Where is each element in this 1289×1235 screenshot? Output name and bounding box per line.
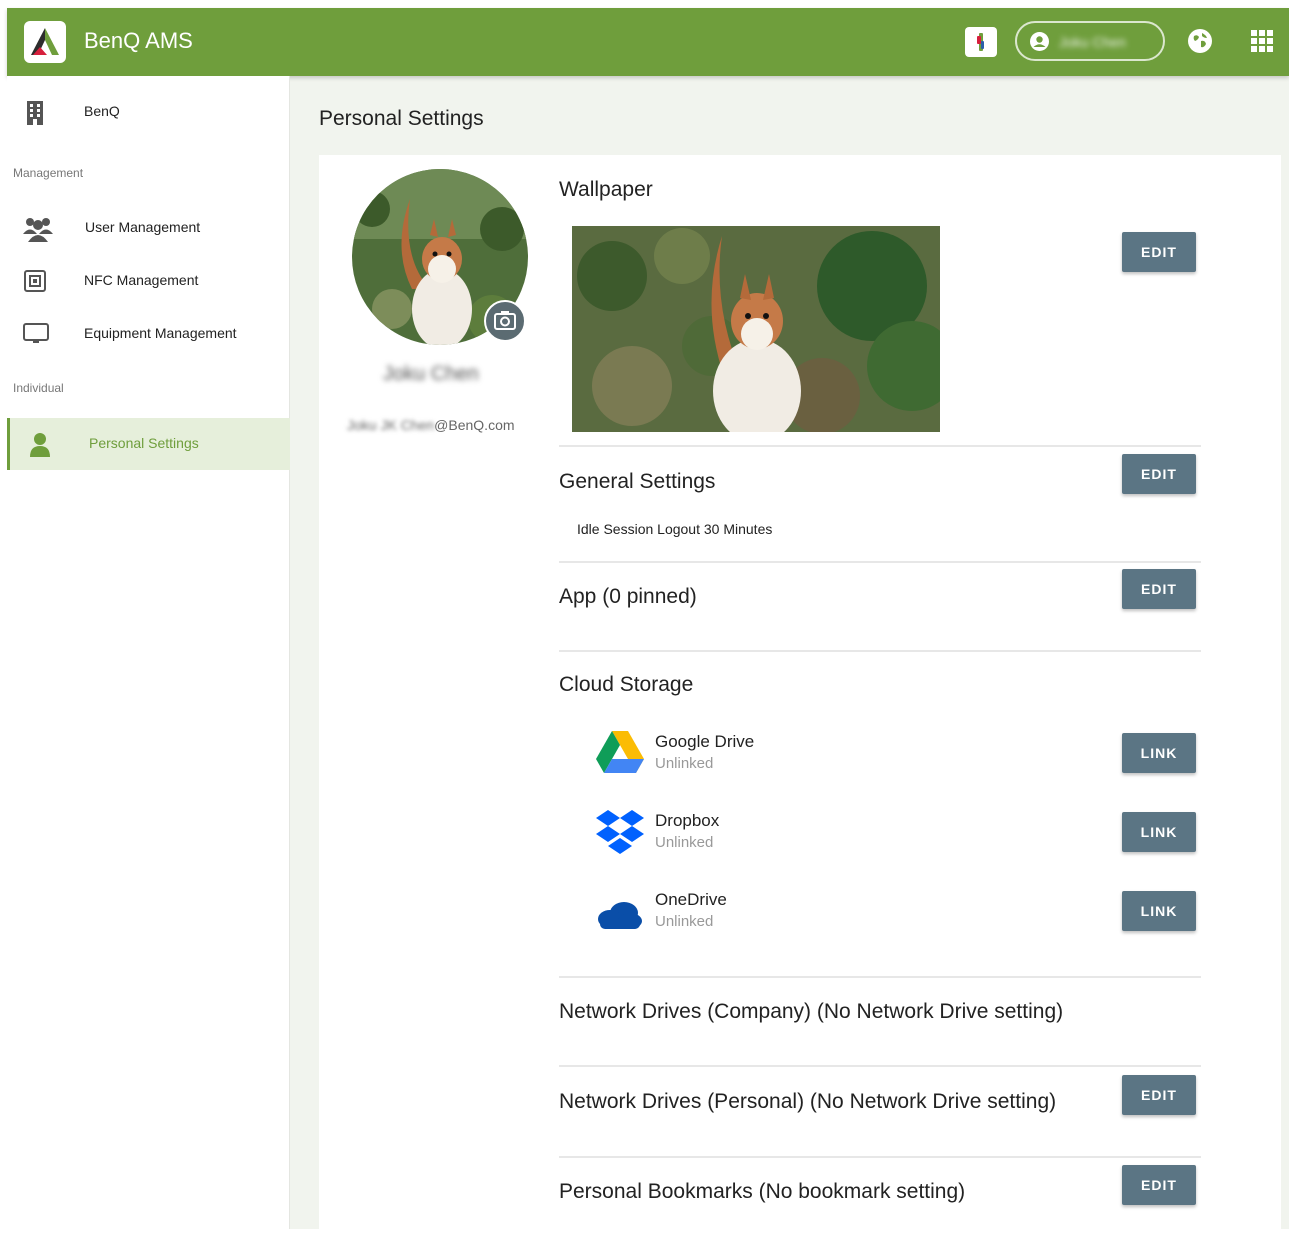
profile-name: Joku Chen bbox=[383, 363, 479, 385]
apps-grid-icon[interactable] bbox=[1251, 30, 1273, 52]
personal-bookmarks-title: Personal Bookmarks (No bookmark setting) bbox=[559, 1180, 966, 1203]
divider bbox=[559, 561, 1201, 563]
onedrive-name: OneDrive bbox=[655, 890, 727, 909]
google-drive-icon bbox=[594, 729, 646, 775]
app-window: BenQ AMS Joku Chen BenQ Management User … bbox=[7, 8, 1289, 1235]
divider bbox=[559, 445, 1201, 447]
page-title: Personal Settings bbox=[319, 107, 484, 130]
sidebar-item-label: Personal Settings bbox=[89, 435, 199, 451]
wallpaper-preview bbox=[572, 226, 940, 432]
network-drives-company-title: Network Drives (Company) (No Network Dri… bbox=[559, 1000, 1064, 1023]
wallpaper-edit-button[interactable]: EDIT bbox=[1122, 232, 1196, 272]
network-drives-personal-edit-button[interactable]: EDIT bbox=[1122, 1075, 1196, 1115]
settings-card: Joku Chen Joku JK Chen@BenQ.com Wallpape… bbox=[319, 155, 1281, 1235]
dropbox-status: Unlinked bbox=[655, 834, 714, 851]
sidebar-item-label: NFC Management bbox=[84, 272, 199, 288]
sidebar-item-label: User Management bbox=[85, 219, 201, 235]
cloud-storage-title: Cloud Storage bbox=[559, 673, 694, 696]
network-drives-personal-title: Network Drives (Personal) (No Network Dr… bbox=[559, 1090, 1057, 1113]
account-button[interactable]: Joku Chen bbox=[1015, 21, 1165, 61]
person-icon bbox=[28, 432, 52, 457]
sidebar-section-management: Management bbox=[13, 166, 84, 180]
personal-bookmarks-edit-button[interactable]: EDIT bbox=[1122, 1165, 1196, 1205]
profile-email: Joku JK Chen@BenQ.com bbox=[347, 417, 515, 433]
dropbox-icon bbox=[594, 809, 646, 855]
sidebar-item-equipment-management[interactable]: Equipment Management bbox=[7, 308, 290, 360]
sidebar-item-label: Equipment Management bbox=[84, 325, 237, 341]
sidebar-item-label: BenQ bbox=[84, 103, 120, 119]
app-pinned-title: App (0 pinned) bbox=[559, 585, 697, 608]
monitor-icon bbox=[23, 322, 49, 346]
google-drive-status: Unlinked bbox=[655, 755, 714, 772]
dropbox-name: Dropbox bbox=[655, 811, 720, 830]
google-drive-link-button[interactable]: LINK bbox=[1122, 733, 1196, 773]
dropbox-link-button[interactable]: LINK bbox=[1122, 812, 1196, 852]
building-icon bbox=[23, 100, 47, 125]
profile-email-user: Joku JK Chen bbox=[347, 417, 435, 433]
top-bar: BenQ AMS Joku Chen bbox=[7, 8, 1289, 76]
idle-session-setting: Idle Session Logout 30 Minutes bbox=[577, 521, 773, 537]
divider bbox=[559, 1065, 1201, 1067]
sidebar-section-individual: Individual bbox=[13, 381, 64, 395]
google-drive-name: Google Drive bbox=[655, 732, 755, 751]
sidebar-item-nfc-management[interactable]: NFC Management bbox=[7, 255, 290, 307]
camera-icon bbox=[494, 311, 516, 330]
general-settings-edit-button[interactable]: EDIT bbox=[1122, 454, 1196, 494]
general-settings-title: General Settings bbox=[559, 470, 716, 493]
notification-badge-icon[interactable] bbox=[965, 27, 997, 57]
profile-email-domain: @BenQ.com bbox=[434, 417, 515, 433]
divider bbox=[559, 650, 1201, 652]
sidebar-item-org[interactable]: BenQ bbox=[7, 86, 290, 138]
onedrive-icon bbox=[594, 891, 646, 937]
app-title: BenQ AMS bbox=[84, 28, 193, 53]
sidebar: BenQ Management User Management NFC Mana… bbox=[7, 76, 290, 1229]
onedrive-link-button[interactable]: LINK bbox=[1122, 891, 1196, 931]
onedrive-status: Unlinked bbox=[655, 913, 714, 930]
users-icon bbox=[23, 216, 53, 242]
account-icon bbox=[1030, 32, 1049, 51]
sidebar-item-personal-settings[interactable]: Personal Settings bbox=[7, 418, 290, 470]
change-avatar-button[interactable] bbox=[484, 300, 526, 342]
app-edit-button[interactable]: EDIT bbox=[1122, 569, 1196, 609]
divider bbox=[559, 976, 1201, 978]
divider bbox=[559, 1156, 1201, 1158]
wallpaper-title: Wallpaper bbox=[559, 178, 653, 201]
globe-icon[interactable] bbox=[1188, 29, 1212, 53]
benq-ams-logo-icon[interactable] bbox=[24, 21, 66, 63]
sidebar-item-user-management[interactable]: User Management bbox=[7, 202, 290, 254]
nfc-icon bbox=[23, 269, 47, 293]
account-name: Joku Chen bbox=[1059, 34, 1126, 50]
